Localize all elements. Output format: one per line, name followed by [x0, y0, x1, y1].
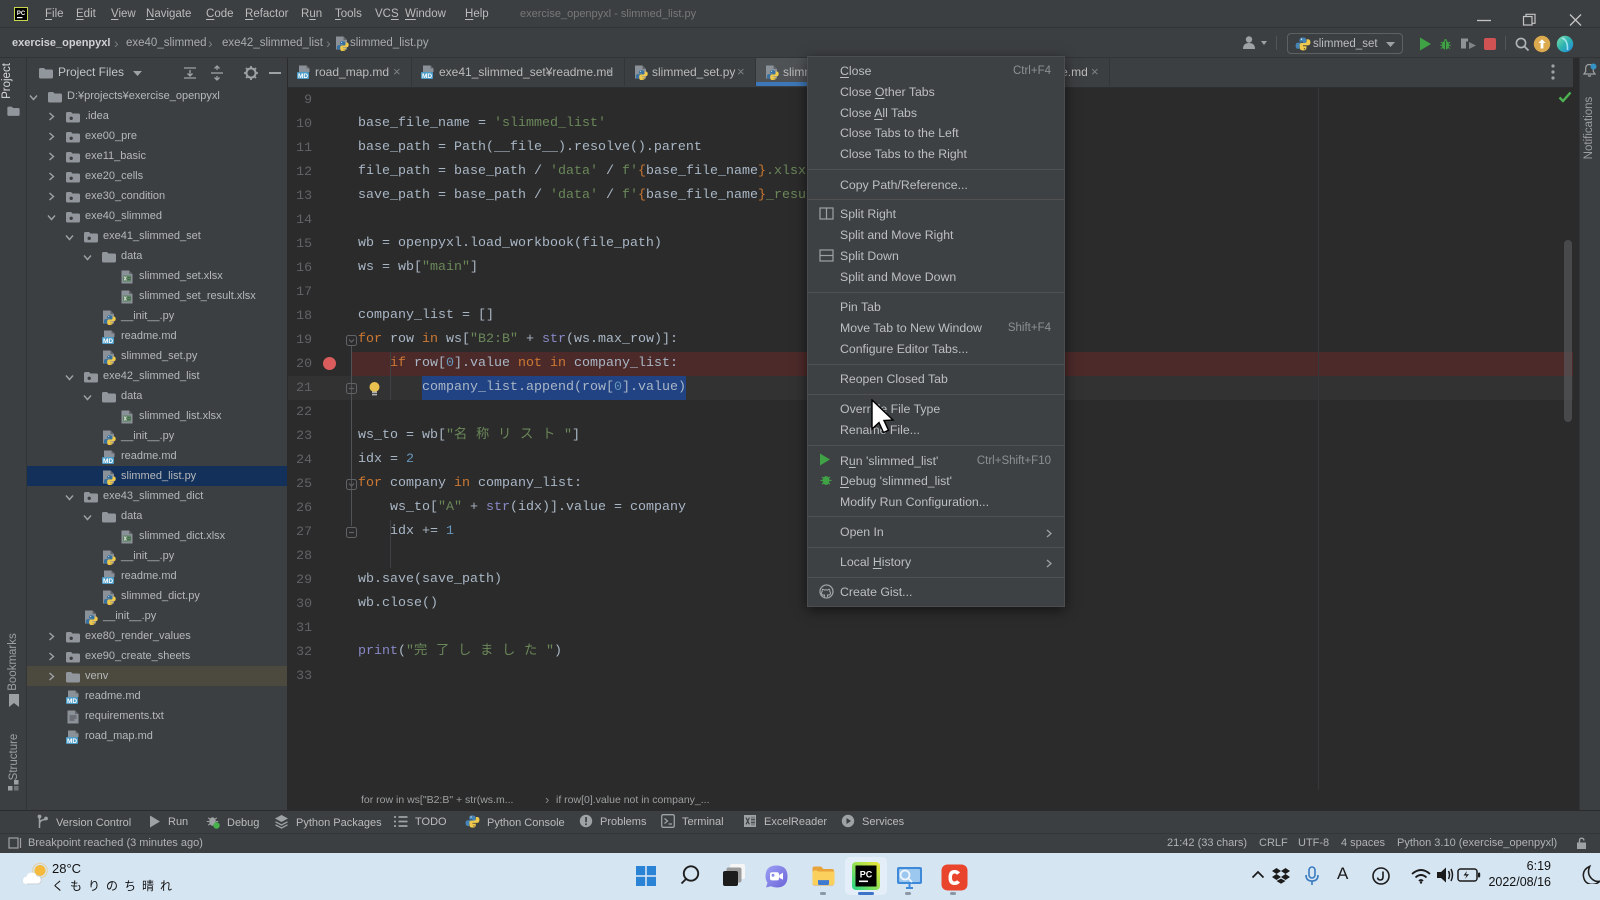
- svg-text:PC: PC: [17, 11, 26, 17]
- svg-text:PC: PC: [860, 870, 873, 880]
